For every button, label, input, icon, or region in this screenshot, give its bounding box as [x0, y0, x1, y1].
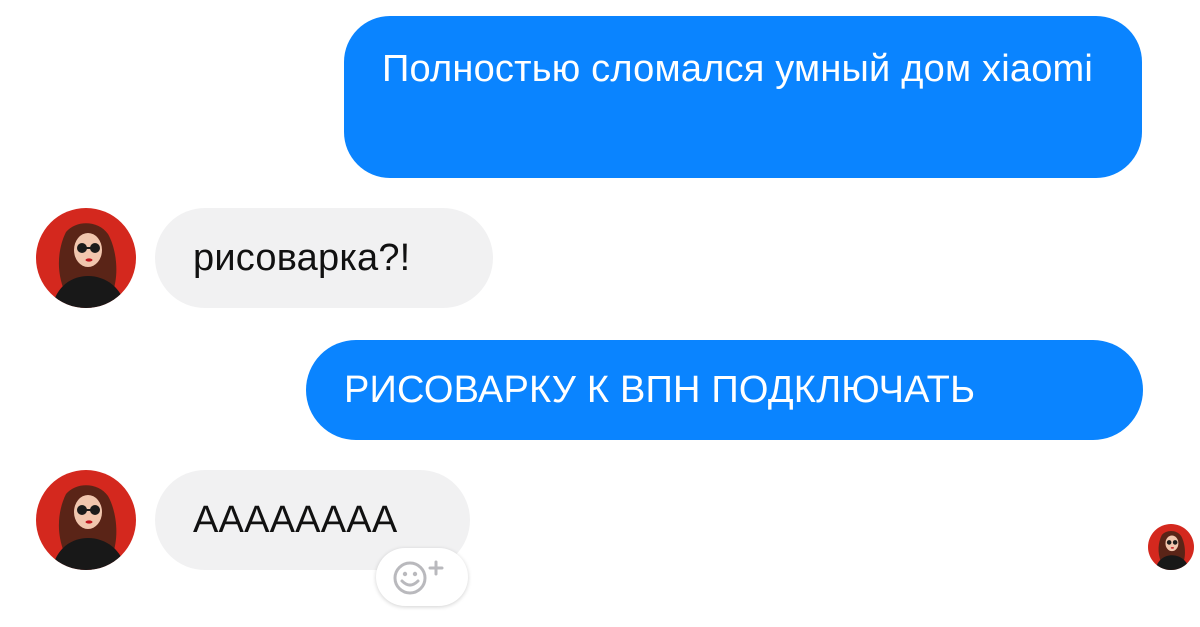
incoming-message-bubble[interactable]: рисоварка?! [155, 208, 493, 308]
avatar-photo-icon [1148, 524, 1194, 570]
outgoing-message-bubble[interactable]: РИСОВАРКУ К ВПН ПОДКЛЮЧАТЬ [306, 340, 1143, 440]
message-text: рисоварка?! [193, 237, 411, 279]
contact-avatar[interactable] [36, 208, 136, 308]
avatar-photo-icon [36, 208, 136, 308]
seen-indicator-avatar [1148, 524, 1194, 570]
message-text: РИСОВАРКУ К ВПН ПОДКЛЮЧАТЬ [344, 369, 976, 411]
add-reaction-button[interactable] [376, 548, 468, 606]
message-text: АААААААА [193, 499, 398, 541]
outgoing-message-bubble[interactable]: Полностью сломался умный дом xiaomi [344, 16, 1142, 178]
message-text: Полностью сломался умный дом xiaomi [382, 48, 1094, 90]
chat-thread: Полностью сломался умный дом xiaomi рисо… [0, 0, 1200, 627]
smiley-plus-icon [393, 560, 444, 595]
contact-avatar[interactable] [36, 470, 136, 570]
avatar-photo-icon [36, 470, 136, 570]
